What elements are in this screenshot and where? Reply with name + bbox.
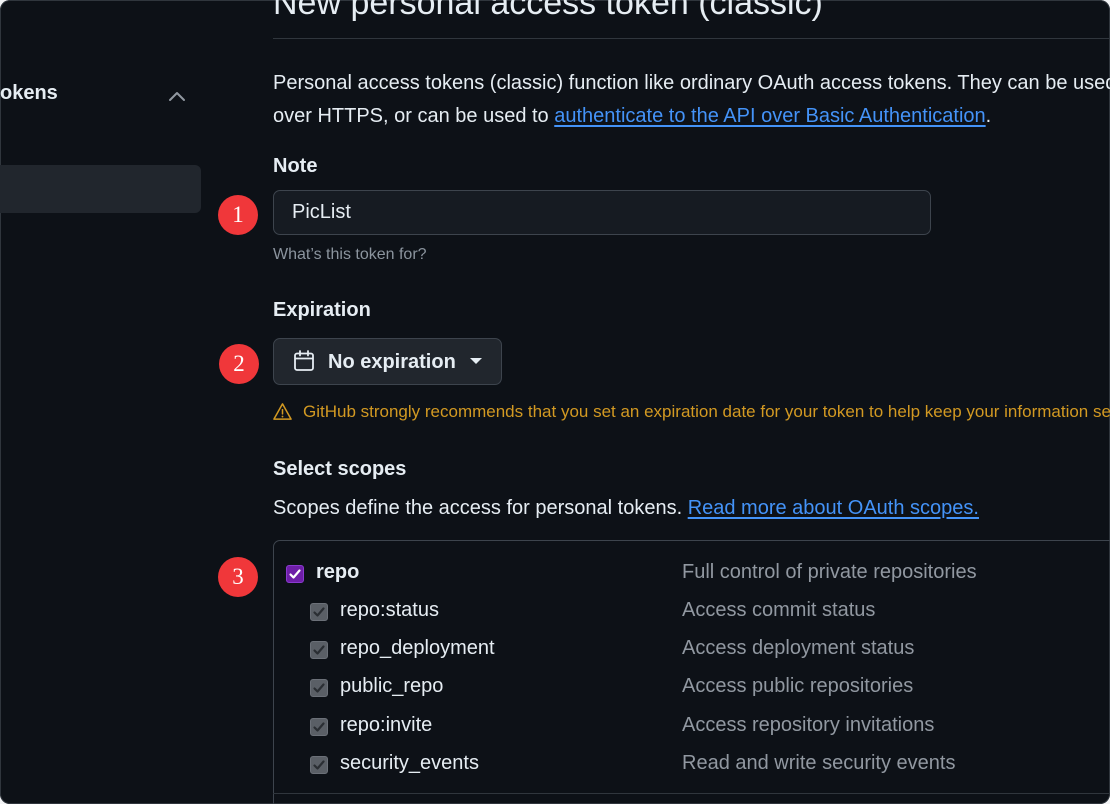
scope-description: Access public repositories	[682, 675, 914, 697]
sidebar-section-header[interactable]: okens	[0, 80, 200, 110]
intro-text-line-2: over HTTPS, or can be used to	[273, 105, 555, 127]
checkmark-icon	[289, 569, 301, 579]
checkmark-icon	[313, 645, 325, 655]
scope-row-repo[interactable]: repo Full control of private repositorie…	[273, 557, 1110, 593]
expiration-label: Expiration	[273, 299, 371, 321]
scope-name: public_repo	[340, 675, 444, 697]
scope-name: security_events	[340, 752, 479, 774]
note-hint: What’s this token for?	[273, 246, 427, 263]
scopes-group-divider	[273, 793, 1110, 794]
scope-description: Access repository invitations	[682, 714, 935, 736]
step-badge-3: 3	[218, 557, 258, 597]
scope-name: repo	[316, 561, 360, 583]
scope-row-public-repo[interactable]: public_repo Access public repositories	[273, 671, 1110, 707]
expiration-dropdown[interactable]: No expiration	[273, 338, 502, 385]
warning-text: GitHub strongly recommends that you set …	[303, 402, 1110, 421]
scope-description: Access deployment status	[682, 637, 915, 659]
checkmark-icon	[313, 722, 325, 732]
scope-checkbox-public-repo[interactable]	[310, 679, 328, 697]
scopes-description-text: Scopes define the access for personal to…	[273, 497, 688, 519]
expiration-selected-value: No expiration	[328, 351, 456, 373]
scope-checkbox-security-events[interactable]	[310, 756, 328, 774]
scope-description: Full control of private repositories	[682, 561, 977, 583]
scope-row-security-events[interactable]: security_events Read and write security …	[273, 748, 1110, 784]
note-label: Note	[273, 155, 318, 177]
scope-description: Read and write security events	[682, 752, 956, 774]
scope-name: repo:invite	[340, 714, 433, 736]
checkmark-icon	[313, 683, 325, 693]
step-badge-1: 1	[218, 195, 258, 235]
scopes-description: Scopes define the access for personal to…	[273, 497, 979, 520]
basic-auth-link[interactable]: authenticate to the API over Basic Authe…	[554, 105, 985, 127]
scope-checkbox-repo-deployment[interactable]	[310, 641, 328, 659]
scope-checkbox-repo-invite[interactable]	[310, 718, 328, 736]
calendar-icon	[294, 350, 314, 371]
scope-row-repo-invite[interactable]: repo:invite Access repository invitation…	[273, 710, 1110, 746]
app-window: okens New personal access token (classic…	[0, 0, 1110, 804]
checkmark-icon	[313, 760, 325, 770]
scope-row-repo-status[interactable]: repo:status Access commit status	[273, 595, 1110, 631]
page-title: New personal access token (classic)	[273, 0, 823, 22]
scope-name: repo:status	[340, 599, 439, 621]
scope-name: repo_deployment	[340, 637, 495, 659]
sidebar-section-label: okens	[0, 82, 58, 104]
oauth-scopes-link[interactable]: Read more about OAuth scopes.	[688, 497, 979, 519]
step-badge-2: 2	[219, 344, 259, 384]
intro-paragraph: Personal access tokens (classic) functio…	[273, 67, 1110, 133]
scope-description: Access commit status	[682, 599, 876, 621]
note-input[interactable]	[273, 190, 931, 235]
intro-text-line-1: Personal access tokens (classic) functio…	[273, 72, 1110, 94]
title-divider	[273, 38, 1110, 39]
scope-checkbox-repo[interactable]	[286, 565, 304, 583]
scope-checkbox-repo-status[interactable]	[310, 603, 328, 621]
intro-text-end: .	[985, 105, 992, 127]
warning-icon	[273, 403, 292, 420]
chevron-up-icon[interactable]	[166, 86, 188, 108]
checkmark-icon	[313, 607, 325, 617]
caret-down-icon	[470, 358, 482, 364]
scopes-label: Select scopes	[273, 458, 407, 480]
scope-row-repo-deployment[interactable]: repo_deployment Access deployment status	[273, 633, 1110, 669]
sidebar-item-selected[interactable]	[0, 165, 201, 213]
